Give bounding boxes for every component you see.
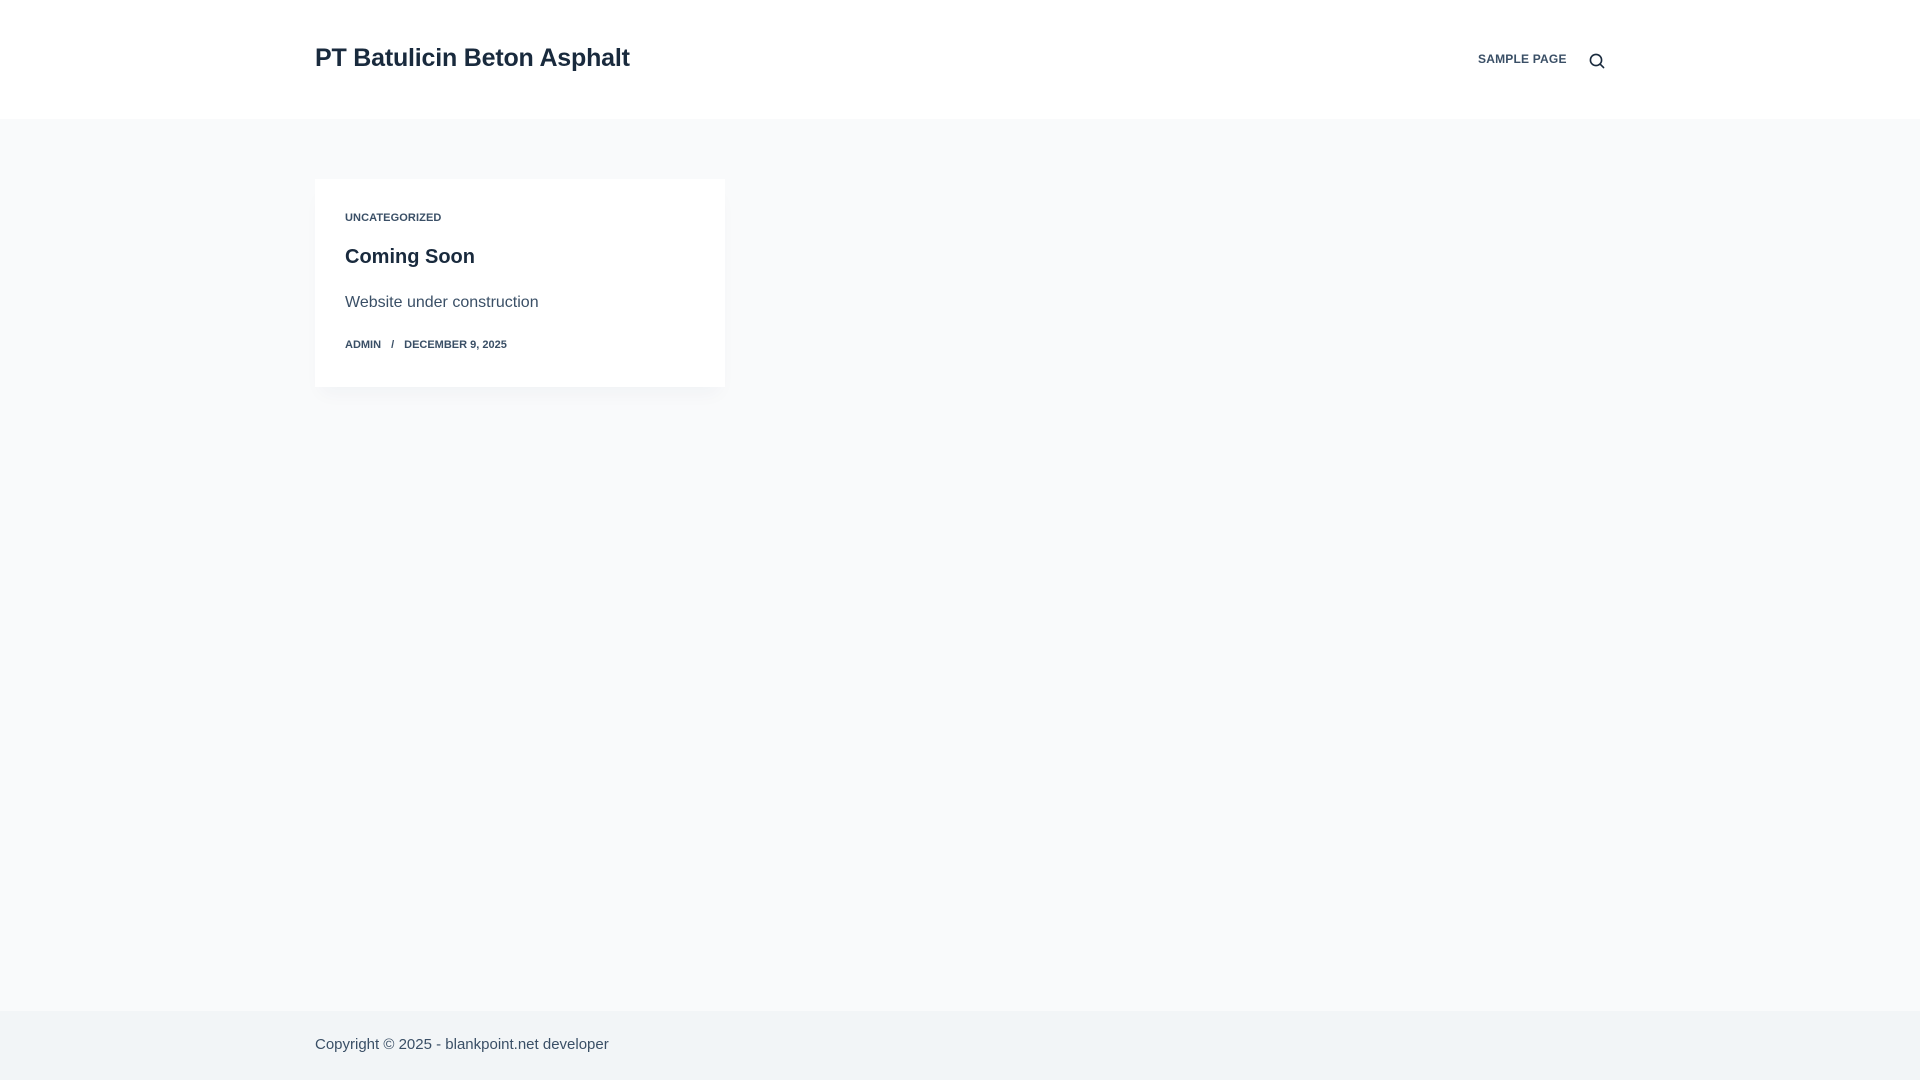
post-title-link[interactable]: Coming Soon bbox=[345, 246, 475, 269]
post-author-link[interactable]: ADMIN bbox=[345, 339, 381, 351]
post-date: DECEMBER 9, 2025 bbox=[404, 339, 507, 351]
copyright-text: Copyright © 2025 - blankpoint.net develo… bbox=[315, 1036, 609, 1053]
site-footer: Copyright © 2025 - blankpoint.net develo… bbox=[0, 1011, 1920, 1080]
site-title[interactable]: PT Batulicin Beton Asphalt bbox=[315, 44, 630, 73]
post-card: UNCATEGORIZED Coming Soon Website under … bbox=[315, 179, 725, 387]
post-category-link[interactable]: UNCATEGORIZED bbox=[345, 212, 441, 224]
post-meta: ADMIN / DECEMBER 9, 2025 bbox=[345, 339, 507, 351]
search-button[interactable] bbox=[1587, 51, 1607, 71]
post-excerpt: Website under construction bbox=[345, 294, 539, 311]
search-icon bbox=[1589, 53, 1605, 69]
site-header: PT Batulicin Beton Asphalt SAMPLE PAGE bbox=[0, 0, 1920, 119]
meta-separator: / bbox=[391, 339, 395, 351]
nav-item-sample-page[interactable]: SAMPLE PAGE bbox=[1478, 52, 1567, 66]
